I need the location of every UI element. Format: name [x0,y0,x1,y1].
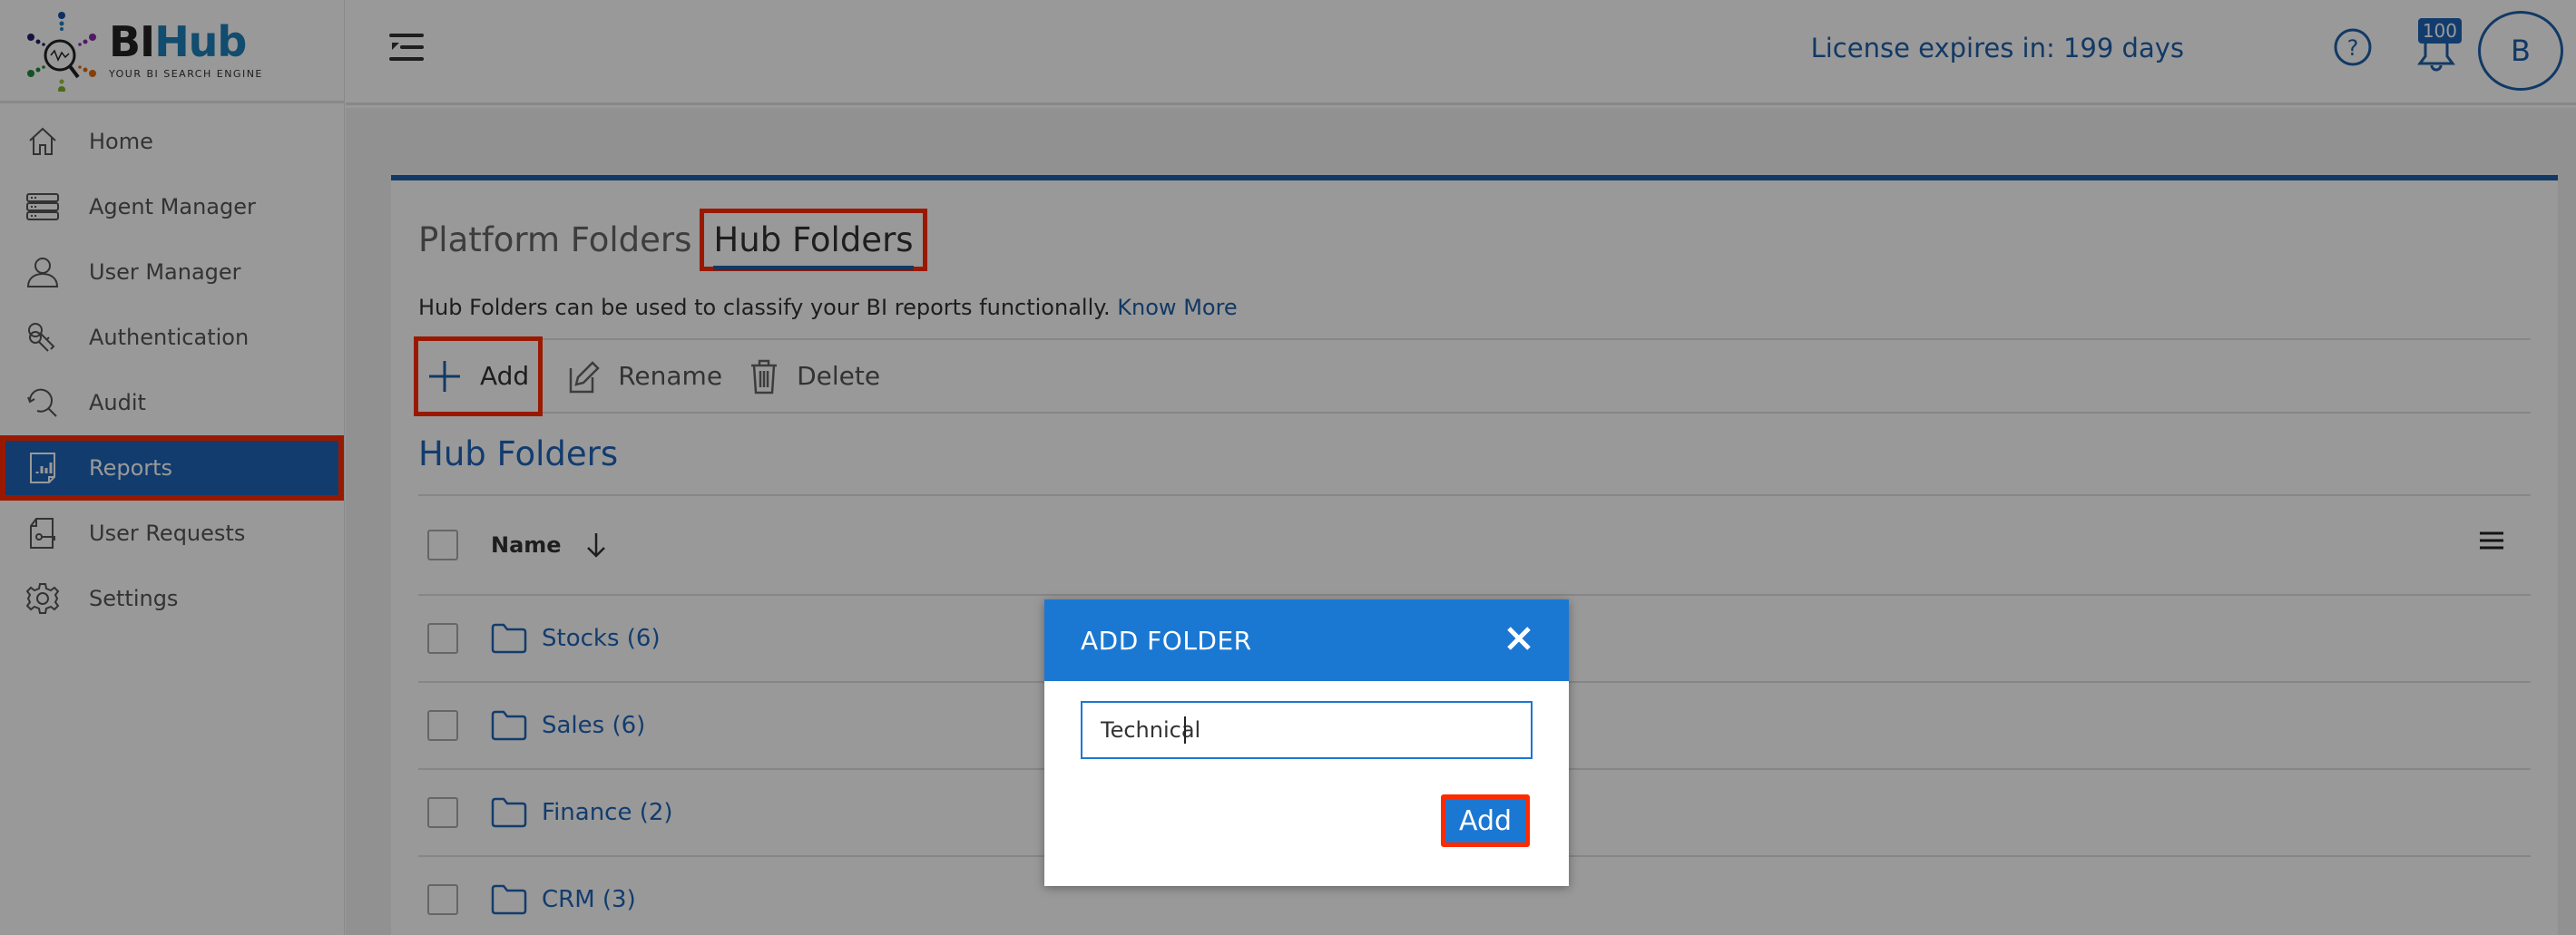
dialog-title: ADD FOLDER [1081,625,1252,656]
folder-name-input[interactable] [1081,701,1533,759]
close-icon[interactable] [1505,625,1533,652]
dialog-header: ADD FOLDER [1044,599,1569,681]
dialog-add-button[interactable]: Add [1441,794,1530,847]
text-caret [1184,716,1186,744]
